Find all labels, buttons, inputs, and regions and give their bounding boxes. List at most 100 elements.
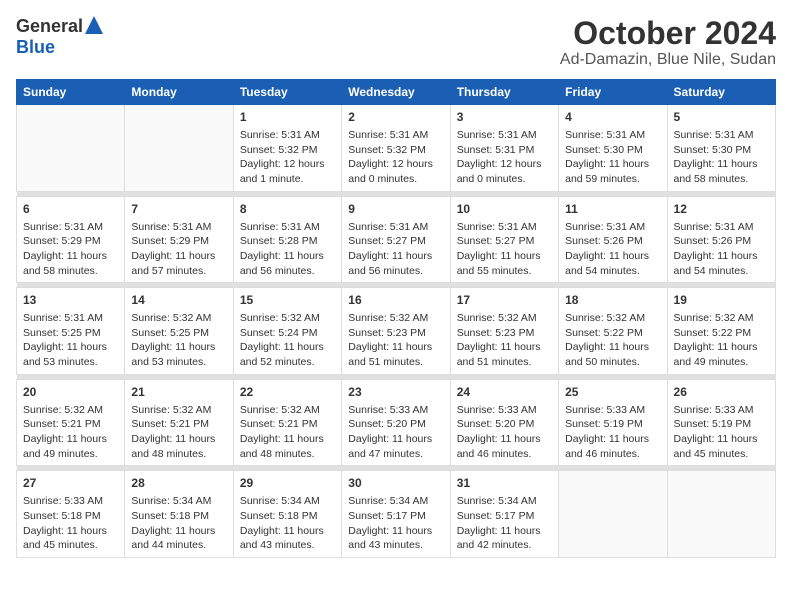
day-info: Sunrise: 5:31 AM Sunset: 5:29 PM Dayligh…	[23, 220, 118, 279]
calendar-cell: 7 Sunrise: 5:31 AM Sunset: 5:29 PM Daylig…	[125, 196, 233, 283]
day-number: 13	[23, 292, 118, 309]
day-info: Sunrise: 5:31 AM Sunset: 5:26 PM Dayligh…	[565, 220, 660, 279]
calendar-week-row-1: 1 Sunrise: 5:31 AM Sunset: 5:32 PM Daylig…	[17, 105, 776, 192]
calendar-cell: 12 Sunrise: 5:31 AM Sunset: 5:26 PM Dayli…	[667, 196, 775, 283]
day-number: 12	[674, 201, 769, 218]
calendar-cell: 25 Sunrise: 5:33 AM Sunset: 5:19 PM Dayli…	[559, 379, 667, 466]
day-info: Sunrise: 5:31 AM Sunset: 5:32 PM Dayligh…	[240, 128, 335, 187]
calendar-cell: 9 Sunrise: 5:31 AM Sunset: 5:27 PM Daylig…	[342, 196, 450, 283]
day-info: Sunrise: 5:34 AM Sunset: 5:18 PM Dayligh…	[240, 494, 335, 553]
day-number: 9	[348, 201, 443, 218]
day-info: Sunrise: 5:33 AM Sunset: 5:19 PM Dayligh…	[674, 403, 769, 462]
day-number: 20	[23, 384, 118, 401]
day-info: Sunrise: 5:31 AM Sunset: 5:27 PM Dayligh…	[348, 220, 443, 279]
day-number: 11	[565, 201, 660, 218]
day-number: 30	[348, 475, 443, 492]
header-wednesday: Wednesday	[342, 80, 450, 105]
day-number: 27	[23, 475, 118, 492]
calendar-cell	[559, 471, 667, 558]
day-info: Sunrise: 5:31 AM Sunset: 5:27 PM Dayligh…	[457, 220, 552, 279]
calendar-cell: 22 Sunrise: 5:32 AM Sunset: 5:21 PM Dayli…	[233, 379, 341, 466]
calendar-cell: 4 Sunrise: 5:31 AM Sunset: 5:30 PM Daylig…	[559, 105, 667, 192]
calendar-cell: 17 Sunrise: 5:32 AM Sunset: 5:23 PM Dayli…	[450, 288, 558, 375]
calendar-cell	[667, 471, 775, 558]
day-number: 6	[23, 201, 118, 218]
title-block: October 2024 Ad-Damazin, Blue Nile, Suda…	[560, 16, 776, 69]
day-number: 15	[240, 292, 335, 309]
day-info: Sunrise: 5:32 AM Sunset: 5:23 PM Dayligh…	[457, 311, 552, 370]
calendar-cell	[17, 105, 125, 192]
day-info: Sunrise: 5:31 AM Sunset: 5:31 PM Dayligh…	[457, 128, 552, 187]
day-info: Sunrise: 5:31 AM Sunset: 5:28 PM Dayligh…	[240, 220, 335, 279]
calendar-cell: 24 Sunrise: 5:33 AM Sunset: 5:20 PM Dayli…	[450, 379, 558, 466]
page-header: General Blue October 2024 Ad-Damazin, Bl…	[16, 16, 776, 69]
calendar-cell: 16Sunrise: 5:32 AM Sunset: 5:23 PM Dayli…	[342, 288, 450, 375]
calendar-cell: 3Sunrise: 5:31 AM Sunset: 5:31 PM Daylig…	[450, 105, 558, 192]
day-number: 14	[131, 292, 226, 309]
calendar-week-row-4: 20 Sunrise: 5:32 AM Sunset: 5:21 PM Dayli…	[17, 379, 776, 466]
day-info: Sunrise: 5:32 AM Sunset: 5:21 PM Dayligh…	[240, 403, 335, 462]
calendar-table: SundayMondayTuesdayWednesdayThursdayFrid…	[16, 79, 776, 558]
calendar-cell: 14 Sunrise: 5:32 AM Sunset: 5:25 PM Dayli…	[125, 288, 233, 375]
day-number: 26	[674, 384, 769, 401]
day-number: 18	[565, 292, 660, 309]
logo-icon	[85, 16, 103, 34]
calendar-cell: 15Sunrise: 5:32 AM Sunset: 5:24 PM Dayli…	[233, 288, 341, 375]
day-number: 2	[348, 109, 443, 126]
logo-general-text: General	[16, 16, 83, 37]
calendar-cell	[125, 105, 233, 192]
calendar-cell: 11 Sunrise: 5:31 AM Sunset: 5:26 PM Dayli…	[559, 196, 667, 283]
day-info: Sunrise: 5:31 AM Sunset: 5:32 PM Dayligh…	[348, 128, 443, 187]
calendar-cell: 29 Sunrise: 5:34 AM Sunset: 5:18 PM Dayli…	[233, 471, 341, 558]
day-number: 8	[240, 201, 335, 218]
header-thursday: Thursday	[450, 80, 558, 105]
calendar-week-row-2: 6 Sunrise: 5:31 AM Sunset: 5:29 PM Daylig…	[17, 196, 776, 283]
calendar-cell: 30 Sunrise: 5:34 AM Sunset: 5:17 PM Dayli…	[342, 471, 450, 558]
day-info: Sunrise: 5:31 AM Sunset: 5:30 PM Dayligh…	[674, 128, 769, 187]
calendar-cell: 19Sunrise: 5:32 AM Sunset: 5:22 PM Dayli…	[667, 288, 775, 375]
calendar-cell: 28Sunrise: 5:34 AM Sunset: 5:18 PM Dayli…	[125, 471, 233, 558]
calendar-header-row: SundayMondayTuesdayWednesdayThursdayFrid…	[17, 80, 776, 105]
calendar-week-row-5: 27 Sunrise: 5:33 AM Sunset: 5:18 PM Dayli…	[17, 471, 776, 558]
calendar-cell: 27 Sunrise: 5:33 AM Sunset: 5:18 PM Dayli…	[17, 471, 125, 558]
day-number: 21	[131, 384, 226, 401]
calendar-cell: 5 Sunrise: 5:31 AM Sunset: 5:30 PM Daylig…	[667, 105, 775, 192]
calendar-cell: 2 Sunrise: 5:31 AM Sunset: 5:32 PM Daylig…	[342, 105, 450, 192]
day-number: 24	[457, 384, 552, 401]
day-info: Sunrise: 5:33 AM Sunset: 5:19 PM Dayligh…	[565, 403, 660, 462]
day-number: 17	[457, 292, 552, 309]
day-number: 25	[565, 384, 660, 401]
day-number: 31	[457, 475, 552, 492]
page-subtitle: Ad-Damazin, Blue Nile, Sudan	[560, 51, 776, 69]
day-info: Sunrise: 5:33 AM Sunset: 5:20 PM Dayligh…	[457, 403, 552, 462]
calendar-cell: 20Sunrise: 5:32 AM Sunset: 5:21 PM Dayli…	[17, 379, 125, 466]
day-info: Sunrise: 5:31 AM Sunset: 5:26 PM Dayligh…	[674, 220, 769, 279]
day-info: Sunrise: 5:34 AM Sunset: 5:18 PM Dayligh…	[131, 494, 226, 553]
day-number: 7	[131, 201, 226, 218]
day-number: 29	[240, 475, 335, 492]
day-number: 16	[348, 292, 443, 309]
day-number: 1	[240, 109, 335, 126]
calendar-cell: 13 Sunrise: 5:31 AM Sunset: 5:25 PM Dayli…	[17, 288, 125, 375]
day-info: Sunrise: 5:31 AM Sunset: 5:30 PM Dayligh…	[565, 128, 660, 187]
day-info: Sunrise: 5:32 AM Sunset: 5:25 PM Dayligh…	[131, 311, 226, 370]
day-number: 22	[240, 384, 335, 401]
day-number: 23	[348, 384, 443, 401]
calendar-cell: 26 Sunrise: 5:33 AM Sunset: 5:19 PM Dayli…	[667, 379, 775, 466]
calendar-week-row-3: 13 Sunrise: 5:31 AM Sunset: 5:25 PM Dayli…	[17, 288, 776, 375]
day-number: 4	[565, 109, 660, 126]
day-info: Sunrise: 5:31 AM Sunset: 5:29 PM Dayligh…	[131, 220, 226, 279]
logo: General Blue	[16, 16, 103, 58]
header-friday: Friday	[559, 80, 667, 105]
logo-blue-text: Blue	[16, 37, 55, 57]
day-number: 5	[674, 109, 769, 126]
day-info: Sunrise: 5:31 AM Sunset: 5:25 PM Dayligh…	[23, 311, 118, 370]
day-info: Sunrise: 5:34 AM Sunset: 5:17 PM Dayligh…	[348, 494, 443, 553]
day-info: Sunrise: 5:33 AM Sunset: 5:18 PM Dayligh…	[23, 494, 118, 553]
day-info: Sunrise: 5:34 AM Sunset: 5:17 PM Dayligh…	[457, 494, 552, 553]
header-sunday: Sunday	[17, 80, 125, 105]
day-info: Sunrise: 5:33 AM Sunset: 5:20 PM Dayligh…	[348, 403, 443, 462]
calendar-cell: 31 Sunrise: 5:34 AM Sunset: 5:17 PM Dayli…	[450, 471, 558, 558]
day-number: 10	[457, 201, 552, 218]
header-monday: Monday	[125, 80, 233, 105]
